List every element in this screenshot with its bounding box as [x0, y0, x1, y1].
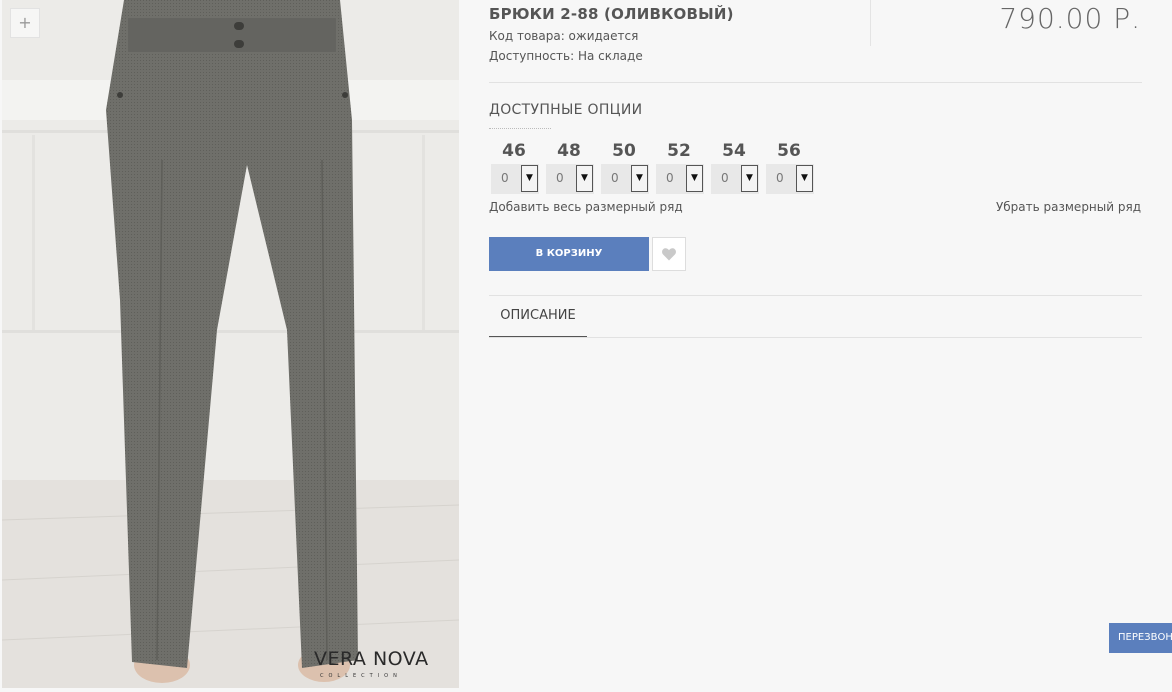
- size-quantity-select[interactable]: 0 ▼: [491, 164, 539, 194]
- size-quantity-select[interactable]: 0 ▼: [601, 164, 649, 194]
- size-quantity-value: 0: [501, 171, 509, 185]
- callback-button[interactable]: ПЕРЕЗВОНИТЕ: [1109, 623, 1172, 653]
- chevron-down-icon[interactable]: ▼: [631, 165, 648, 192]
- product-title: БРЮКИ 2-88 (ОЛИВКОВЫЙ): [489, 5, 734, 23]
- remove-all-sizes-link[interactable]: Убрать размерный ряд: [996, 200, 1141, 214]
- size-label: 48: [557, 141, 581, 161]
- add-all-sizes-link[interactable]: Добавить весь размерный ряд: [489, 200, 683, 214]
- divider: [870, 0, 871, 46]
- product-image[interactable]: + VERA NOVA COLLECTION: [2, 0, 459, 688]
- add-to-cart-button[interactable]: В КОРЗИНУ: [489, 237, 649, 271]
- product-price: 790.00 Р.: [999, 2, 1141, 35]
- options-title-underline: [489, 128, 551, 129]
- product-code: Код товара: ожидается: [489, 29, 639, 43]
- chevron-down-icon[interactable]: ▼: [576, 165, 593, 192]
- size-option-54: 54 0 ▼: [711, 141, 761, 194]
- chevron-down-icon[interactable]: ▼: [741, 165, 758, 192]
- size-label: 54: [722, 141, 746, 161]
- divider: [489, 337, 1142, 338]
- chevron-down-icon[interactable]: ▼: [796, 165, 813, 192]
- size-label: 50: [612, 141, 636, 161]
- zoom-icon[interactable]: +: [10, 8, 40, 38]
- size-label: 46: [502, 141, 526, 161]
- size-quantity-select[interactable]: 0 ▼: [766, 164, 814, 194]
- size-quantity-value: 0: [611, 171, 619, 185]
- size-option-56: 56 0 ▼: [766, 141, 816, 194]
- chevron-down-icon[interactable]: ▼: [686, 165, 703, 192]
- size-quantity-select[interactable]: 0 ▼: [656, 164, 704, 194]
- size-quantity-select[interactable]: 0 ▼: [711, 164, 759, 194]
- size-label: 56: [777, 141, 801, 161]
- size-option-52: 52 0 ▼: [656, 141, 706, 194]
- brand-logo: VERA NOVA: [314, 648, 429, 670]
- options-title: ДОСТУПНЫЕ ОПЦИИ: [489, 102, 643, 118]
- product-photo: [2, 0, 459, 688]
- product-availability: Доступность: На складе: [489, 49, 643, 63]
- size-quantity-select[interactable]: 0 ▼: [546, 164, 594, 194]
- brand-logo-subtext: COLLECTION: [320, 673, 402, 679]
- size-quantity-value: 0: [776, 171, 784, 185]
- divider: [489, 295, 1142, 296]
- tab-description[interactable]: ОПИСАНИЕ: [489, 304, 587, 338]
- size-option-46: 46 0 ▼: [491, 141, 541, 194]
- size-option-48: 48 0 ▼: [546, 141, 596, 194]
- divider: [489, 82, 1142, 83]
- size-option-50: 50 0 ▼: [601, 141, 651, 194]
- chevron-down-icon[interactable]: ▼: [521, 165, 538, 192]
- size-label: 52: [667, 141, 691, 161]
- size-quantity-value: 0: [721, 171, 729, 185]
- size-quantity-value: 0: [556, 171, 564, 185]
- wishlist-button[interactable]: [652, 237, 686, 271]
- heart-icon: [662, 248, 676, 261]
- size-quantity-value: 0: [666, 171, 674, 185]
